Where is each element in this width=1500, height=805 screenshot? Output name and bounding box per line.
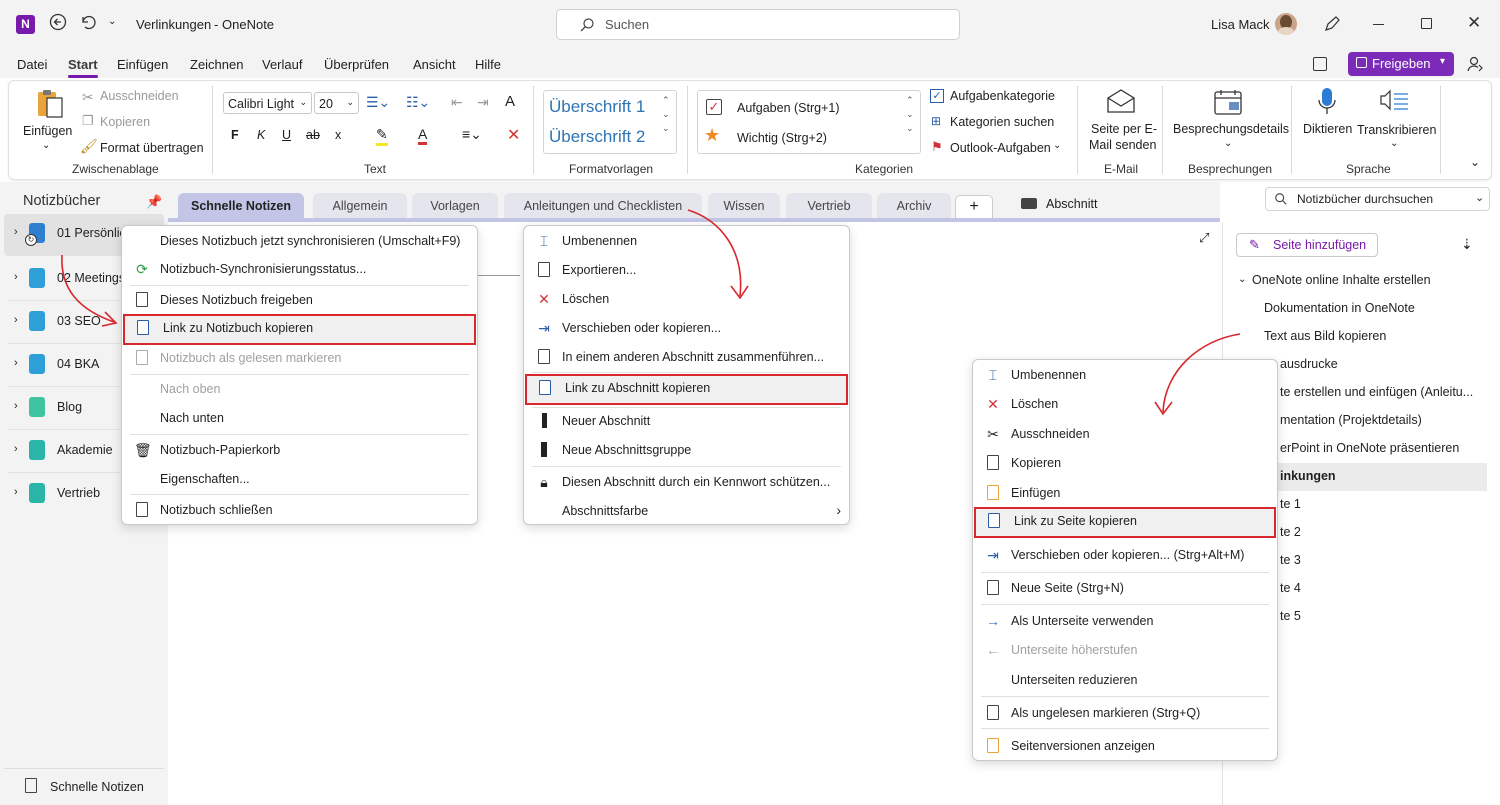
arrow-section xyxy=(687,209,742,297)
arrowhead-section xyxy=(730,285,749,300)
arrow-page xyxy=(1162,333,1241,413)
annotation-arrows xyxy=(61,209,1241,416)
arrowhead-notebook xyxy=(101,311,118,327)
arrow-notebook xyxy=(61,254,115,323)
